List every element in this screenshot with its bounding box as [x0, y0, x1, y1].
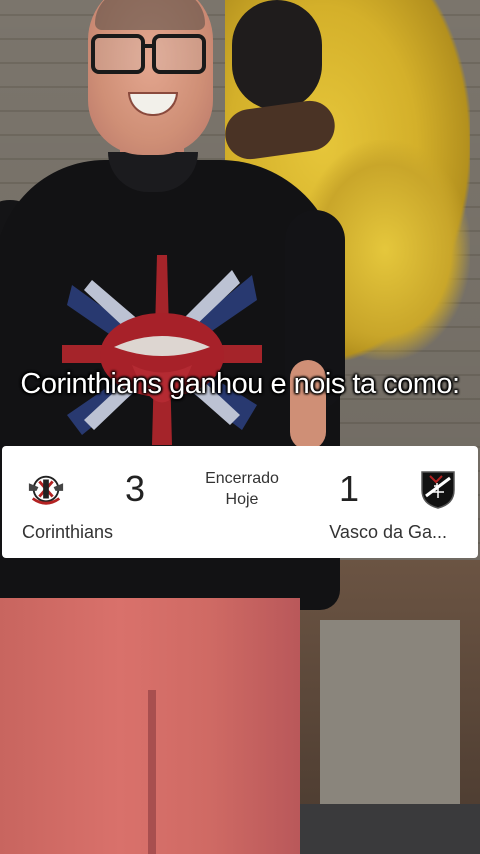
away-score: 1 [338, 468, 360, 509]
home-score: 3 [124, 468, 146, 509]
match-status: Encerrado Hoje [192, 468, 292, 510]
match-date: Hoje [225, 491, 259, 508]
glasses-right-lens [152, 34, 206, 74]
meme-caption: Corinthians ganhou e nois ta como: [20, 368, 460, 400]
pants-fold [148, 690, 156, 854]
corinthians-crest-icon [28, 475, 64, 505]
vasco-crest-icon [421, 471, 455, 509]
status-label: Encerrado [205, 470, 279, 487]
player-head [232, 0, 322, 110]
match-score-card[interactable]: 3 Encerrado Hoje 1 Corinthians Vasco da … [2, 446, 478, 558]
glasses-bridge [145, 44, 155, 48]
away-team-name: Vasco da Ga... [329, 522, 447, 542]
presenter-hair [95, 0, 205, 30]
home-team-name: Corinthians [22, 522, 114, 542]
background-photo [0, 0, 480, 854]
glasses-left-lens [91, 34, 145, 74]
shirt-tongue-print-icon [62, 255, 262, 445]
